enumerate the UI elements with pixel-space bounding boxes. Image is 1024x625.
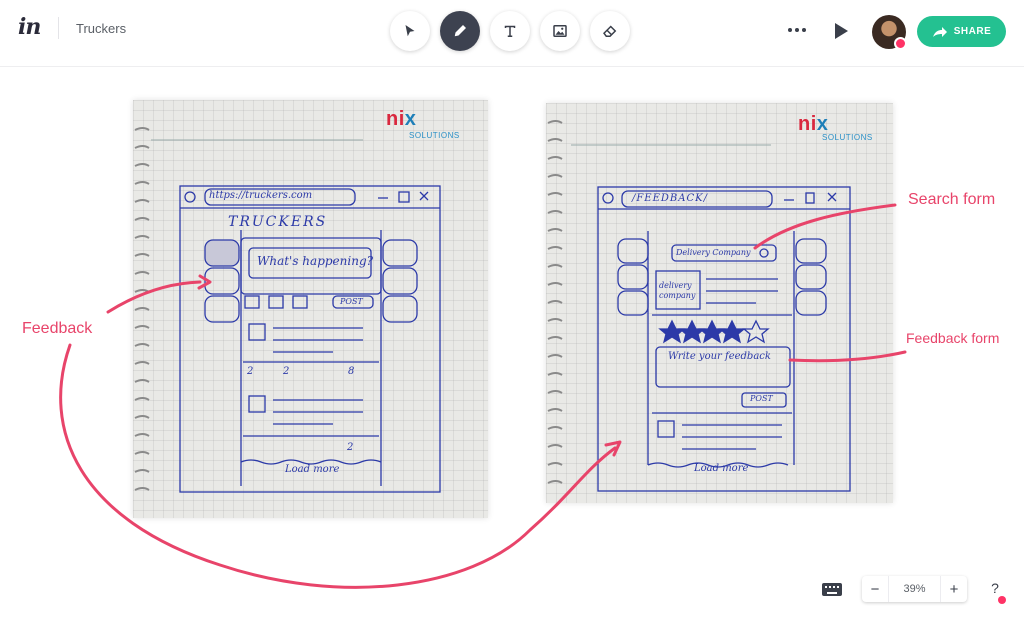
invision-logo[interactable]: in	[18, 14, 41, 40]
select-tool-button[interactable]	[390, 11, 430, 51]
play-icon[interactable]	[831, 20, 851, 42]
zoom-in-button[interactable]: +	[941, 576, 967, 602]
sketch-feedback-placeholder: Write your feedback	[668, 351, 771, 362]
brand-text: nix	[386, 108, 417, 130]
annotation-feedback: Feedback	[22, 320, 93, 337]
sketch-app-title: TRUCKERS	[228, 214, 328, 230]
brand-x: x	[404, 108, 417, 130]
eraser-tool-button[interactable]	[590, 11, 630, 51]
brand-logo: nix	[386, 108, 416, 131]
sketch-like-count: 2	[347, 442, 354, 453]
sketch-url: https://truckers.com	[209, 190, 313, 201]
sketch-prompt: What's happening?	[257, 254, 374, 268]
sketch-url: /FEEDBACK/	[632, 193, 708, 204]
top-toolbar: in Truckers SHARE	[0, 0, 1024, 66]
annotation-feedback-form: Feedback form	[906, 330, 1000, 346]
zoom-out-button[interactable]: −	[862, 576, 888, 602]
text-tool-button[interactable]	[490, 11, 530, 51]
sketch-drawing	[134, 127, 441, 493]
drawing-tools	[390, 11, 630, 51]
project-title[interactable]: Truckers	[76, 21, 126, 36]
cursor-icon	[405, 25, 415, 37]
text-icon	[504, 25, 516, 37]
zoom-level[interactable]: 39%	[888, 576, 941, 602]
dot	[795, 28, 799, 32]
share-button[interactable]: SHARE	[917, 16, 1006, 47]
keyboard-shortcuts-icon[interactable]	[821, 580, 843, 598]
help-notification-dot	[998, 596, 1006, 604]
image-tool-button[interactable]	[540, 11, 580, 51]
dot	[802, 28, 806, 32]
sketch-load-more: Load more	[285, 464, 340, 475]
image-icon	[553, 25, 567, 37]
brand-subtitle: SOLUTIONS	[409, 131, 460, 140]
sketch-post-button: POST	[750, 394, 773, 403]
divider	[58, 17, 59, 39]
sketch-company-label: delivery company	[659, 281, 696, 300]
notification-dot	[894, 37, 907, 50]
sketch-drawing	[547, 120, 851, 492]
share-arrow-icon	[932, 26, 947, 37]
sketch-count: 2	[247, 366, 254, 377]
annotation-search-form: Search form	[908, 191, 996, 208]
sketch-load-more: Load more	[694, 463, 749, 474]
eraser-icon	[603, 25, 617, 37]
brand-x: x	[816, 113, 829, 135]
sketch-search-text: Delivery Company	[676, 248, 751, 257]
brand-text: nix	[798, 113, 829, 135]
pen-icon	[454, 25, 466, 37]
pen-tool-button[interactable]	[440, 11, 480, 51]
sketch-image-feedback[interactable]: nix SOLUTIONS /FEEDBACK/ Delivery Compan…	[546, 103, 893, 503]
brand-subtitle: SOLUTIONS	[822, 133, 873, 142]
more-options-button[interactable]	[785, 20, 809, 40]
dot	[788, 28, 792, 32]
sketch-count: 8	[348, 366, 355, 377]
share-label: SHARE	[953, 26, 992, 37]
sketch-count: 2	[283, 366, 290, 377]
canvas-divider	[0, 66, 1024, 67]
sketch-post-button: POST	[340, 297, 363, 306]
avatar[interactable]	[872, 15, 907, 50]
sketch-image-home[interactable]: nix SOLUTIONS https://truckers.com TRUCK…	[133, 100, 488, 518]
zoom-control: − 39% +	[862, 576, 967, 602]
